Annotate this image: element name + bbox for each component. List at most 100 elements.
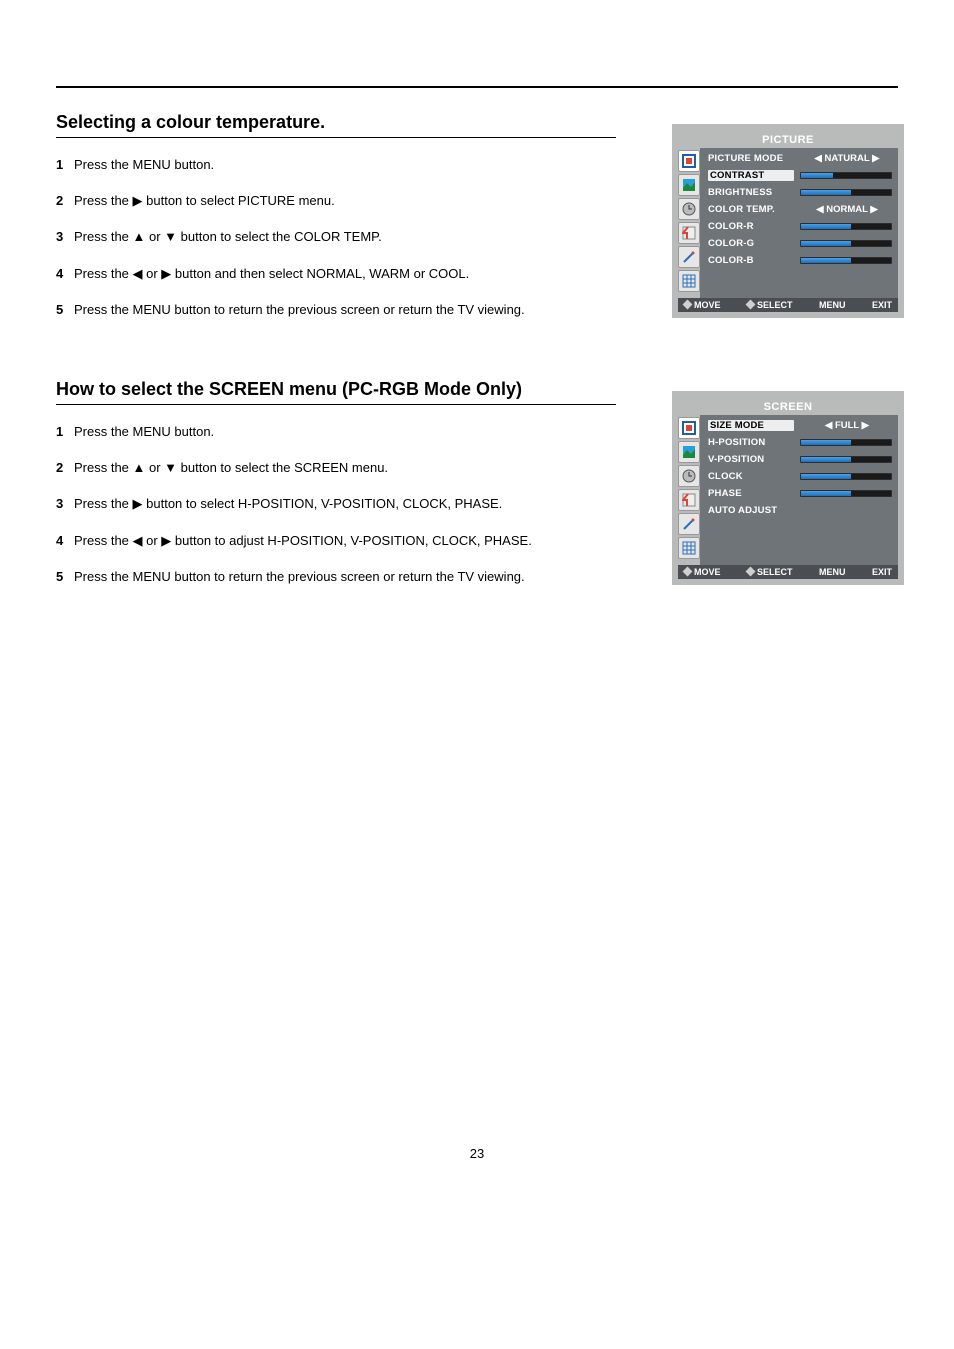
step-text: Press the MENU button to return the prev… (74, 568, 576, 586)
osd-title: SCREEN (678, 401, 898, 413)
osd-row-color-temp[interactable]: COLOR TEMP. ◀ NORMAL ▶ (708, 201, 894, 218)
footer-move: MOVE (684, 300, 721, 310)
osd-picture-screenshot: PICTURE PICTURE MODE ◀ NATURAL ▶ (672, 124, 904, 318)
row-label: PICTURE MODE (708, 153, 794, 164)
osd-row-color-b[interactable]: COLOR-B (708, 252, 894, 269)
osd-row-h-position[interactable]: H-POSITION (708, 434, 894, 451)
osd-row-color-g[interactable]: COLOR-G (708, 235, 894, 252)
tab-picture[interactable] (678, 417, 700, 439)
osd-panel: PICTURE MODE ◀ NATURAL ▶ CONTRAST BRIGHT… (700, 148, 898, 298)
picture-icon (682, 421, 696, 435)
footer-select: SELECT (747, 300, 793, 310)
osd-panel: SIZE MODE ◀ FULL ▶ H-POSITION V-POSITION (700, 415, 898, 565)
step-item: Press the MENU button. (56, 156, 576, 174)
row-slider[interactable] (800, 257, 892, 264)
diamond-icon (683, 300, 693, 310)
clock-icon (682, 202, 696, 216)
step-item: Press the MENU button. (56, 423, 576, 441)
row-label: COLOR-B (708, 255, 794, 266)
slider-fill (801, 241, 851, 246)
step-list: Press the MENU button. Press the ▲ or ▼ … (56, 423, 576, 586)
grid-icon (682, 541, 696, 555)
osd-row-v-position[interactable]: V-POSITION (708, 451, 894, 468)
step-list: Press the MENU button. Press the ▶ butto… (56, 156, 576, 319)
tab-time[interactable] (678, 198, 700, 220)
row-slider[interactable] (800, 473, 892, 480)
row-slider[interactable] (800, 240, 892, 247)
row-label: COLOR-G (708, 238, 794, 249)
diamond-icon (746, 566, 756, 576)
slider-fill (801, 457, 851, 462)
row-slider[interactable] (800, 172, 892, 179)
row-slider[interactable] (800, 490, 892, 497)
slider-fill (801, 491, 851, 496)
osd-row-contrast[interactable]: CONTRAST (708, 167, 894, 184)
footer-menu: MENU (819, 567, 846, 577)
osd-row-phase[interactable]: PHASE (708, 485, 894, 502)
row-slider[interactable] (800, 189, 892, 196)
step-item: Press the ◀ or ▶ button to adjust H-POSI… (56, 532, 576, 550)
tab-function[interactable] (678, 246, 700, 268)
osd-frame: PICTURE PICTURE MODE ◀ NATURAL ▶ (672, 124, 904, 318)
step-item: Press the ▶ button to select H-POSITION,… (56, 495, 576, 513)
row-label: H-POSITION (708, 437, 794, 448)
list-icon (682, 226, 696, 240)
tab-pip[interactable] (678, 537, 700, 559)
tools-icon (682, 517, 696, 531)
osd-side-tabs (678, 148, 700, 298)
osd-row-brightness[interactable]: BRIGHTNESS (708, 184, 894, 201)
osd-screen-screenshot: SCREEN SIZE MODE ◀ FULL ▶ (672, 391, 904, 585)
step-item: Press the ◀ or ▶ button and then select … (56, 265, 576, 283)
list-icon (682, 493, 696, 507)
tab-screen[interactable] (678, 441, 700, 463)
tab-setup[interactable] (678, 222, 700, 244)
row-value: ◀ FULL ▶ (800, 420, 894, 431)
tab-screen[interactable] (678, 174, 700, 196)
step-item: Press the ▲ or ▼ button to select the CO… (56, 228, 576, 246)
section-colour-temperature: Selecting a colour temperature. Press th… (56, 112, 898, 319)
osd-row-clock[interactable]: CLOCK (708, 468, 894, 485)
row-slider[interactable] (800, 439, 892, 446)
row-label: CLOCK (708, 471, 794, 482)
osd-frame: SCREEN SIZE MODE ◀ FULL ▶ (672, 391, 904, 585)
osd-body: SIZE MODE ◀ FULL ▶ H-POSITION V-POSITION (678, 415, 898, 565)
step-text: Press the ▶ button to select H-POSITION,… (74, 495, 576, 513)
slider-fill (801, 440, 851, 445)
row-label: CONTRAST (708, 170, 794, 181)
page-number: 23 (56, 1146, 898, 1161)
row-slider[interactable] (800, 456, 892, 463)
osd-body: PICTURE MODE ◀ NATURAL ▶ CONTRAST BRIGHT… (678, 148, 898, 298)
row-slider[interactable] (800, 223, 892, 230)
footer-select: SELECT (747, 567, 793, 577)
step-text: Press the ◀ or ▶ button and then select … (74, 265, 576, 283)
osd-title: PICTURE (678, 134, 898, 146)
image-icon (682, 445, 696, 459)
section-rule (56, 137, 616, 138)
tab-picture[interactable] (678, 150, 700, 172)
row-value: ◀ NORMAL ▶ (800, 204, 894, 215)
row-label: BRIGHTNESS (708, 187, 794, 198)
diamond-icon (683, 566, 693, 576)
row-value: ◀ NATURAL ▶ (800, 153, 894, 164)
step-text: Press the ▲ or ▼ button to select the SC… (74, 459, 576, 477)
slider-fill (801, 190, 851, 195)
clock-icon (682, 469, 696, 483)
row-label: COLOR TEMP. (708, 204, 794, 215)
row-label: AUTO ADJUST (708, 505, 794, 516)
grid-icon (682, 274, 696, 288)
slider-fill (801, 173, 833, 178)
step-item: Press the ▶ button to select PICTURE men… (56, 192, 576, 210)
osd-side-tabs (678, 415, 700, 565)
tab-time[interactable] (678, 465, 700, 487)
step-item: Press the MENU button to return the prev… (56, 301, 576, 319)
osd-footer: MOVE SELECT MENU EXIT (678, 298, 898, 312)
row-label: COLOR-R (708, 221, 794, 232)
osd-row-color-r[interactable]: COLOR-R (708, 218, 894, 235)
tab-setup[interactable] (678, 489, 700, 511)
tab-function[interactable] (678, 513, 700, 535)
tab-pip[interactable] (678, 270, 700, 292)
footer-move: MOVE (684, 567, 721, 577)
osd-row-picture-mode[interactable]: PICTURE MODE ◀ NATURAL ▶ (708, 150, 894, 167)
osd-row-auto-adjust[interactable]: AUTO ADJUST (708, 502, 894, 519)
osd-row-size-mode[interactable]: SIZE MODE ◀ FULL ▶ (708, 417, 894, 434)
